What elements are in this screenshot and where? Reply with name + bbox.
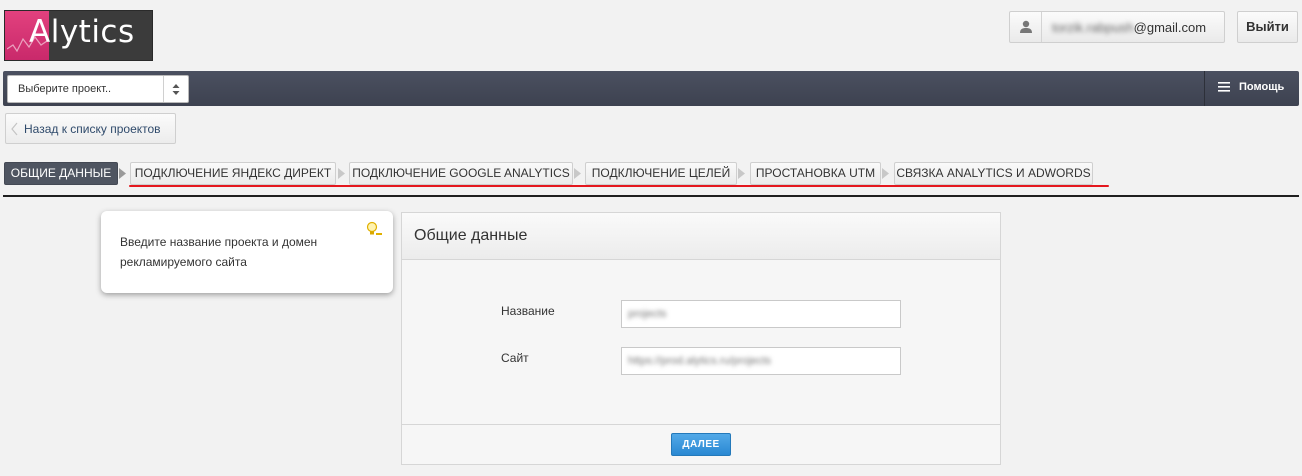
chevron-left-icon (11, 122, 18, 136)
project-select-value: Выберите проект.. (18, 83, 112, 95)
menu-lines-icon (1218, 82, 1230, 92)
red-underline-annotation (129, 185, 1109, 187)
name-input[interactable]: projects (621, 300, 901, 328)
name-label: Название (501, 304, 555, 318)
tab-analytics-adwords[interactable]: СВЯЗКА ANALYTICS И ADWORDS (894, 162, 1093, 185)
next-button[interactable]: ДАЛЕЕ (671, 433, 731, 456)
tab-arrow-icon (574, 168, 581, 179)
alytics-logo[interactable]: Alytics (4, 10, 153, 61)
tab-arrow-icon (338, 168, 345, 179)
user-email-blurred: torzik.rabpush (1052, 20, 1134, 35)
user-email-domain: @gmail.com (1133, 20, 1207, 35)
site-label: Сайт (501, 351, 529, 365)
tab-general-data[interactable]: ОБЩИЕ ДАННЫЕ (4, 162, 118, 185)
hint-text: Введите название проекта и домен реклами… (120, 235, 318, 269)
tab-arrow-icon (119, 168, 126, 179)
tab-google-analytics[interactable]: ПОДКЛЮЧЕНИЕ GOOGLE ANALYTICS (349, 162, 573, 185)
tab-arrow-icon (738, 168, 745, 179)
site-input-value: https://prod.alytics.ru/projects (628, 355, 772, 367)
hint-card: Введите название проекта и домен реклами… (101, 211, 393, 293)
back-button-label: Назад к списку проектов (24, 122, 161, 136)
tab-goals[interactable]: ПОДКЛЮЧЕНИЕ ЦЕЛЕЙ (585, 162, 737, 185)
logout-button[interactable]: Выйти (1237, 11, 1298, 43)
panel-footer-divider (402, 424, 1000, 425)
tab-arrow-icon (882, 168, 889, 179)
general-data-panel: Общие данные Название projects Сайт http… (401, 212, 1001, 465)
tab-yandex-direct[interactable]: ПОДКЛЮЧЕНИЕ ЯНДЕКС ДИРЕКТ (130, 162, 336, 185)
help-label: Помощь (1239, 81, 1285, 93)
logo-text: Alytics (29, 14, 135, 50)
tab-utm[interactable]: ПРОСТАНОВКА UTM (750, 162, 881, 185)
panel-header: Общие данные (402, 213, 1000, 260)
user-account[interactable]: torzik.rabpush@gmail.com (1009, 11, 1225, 43)
select-arrows-icon (163, 76, 188, 102)
user-icon (1010, 12, 1042, 42)
project-select[interactable]: Выберите проект.. (7, 75, 189, 103)
help-button[interactable]: Помощь (1218, 81, 1284, 93)
back-to-projects-button[interactable]: Назад к списку проектов (5, 113, 176, 144)
top-toolbar: Выберите проект.. Помощь (3, 71, 1299, 106)
lightbulb-icon[interactable] (365, 221, 385, 241)
site-input[interactable]: https://prod.alytics.ru/projects (621, 347, 901, 375)
user-email: torzik.rabpush@gmail.com (1052, 20, 1206, 35)
panel-title: Общие данные (414, 227, 528, 244)
content-divider (3, 195, 1299, 197)
toolbar-separator (1204, 71, 1205, 106)
name-input-value: projects (628, 308, 667, 320)
